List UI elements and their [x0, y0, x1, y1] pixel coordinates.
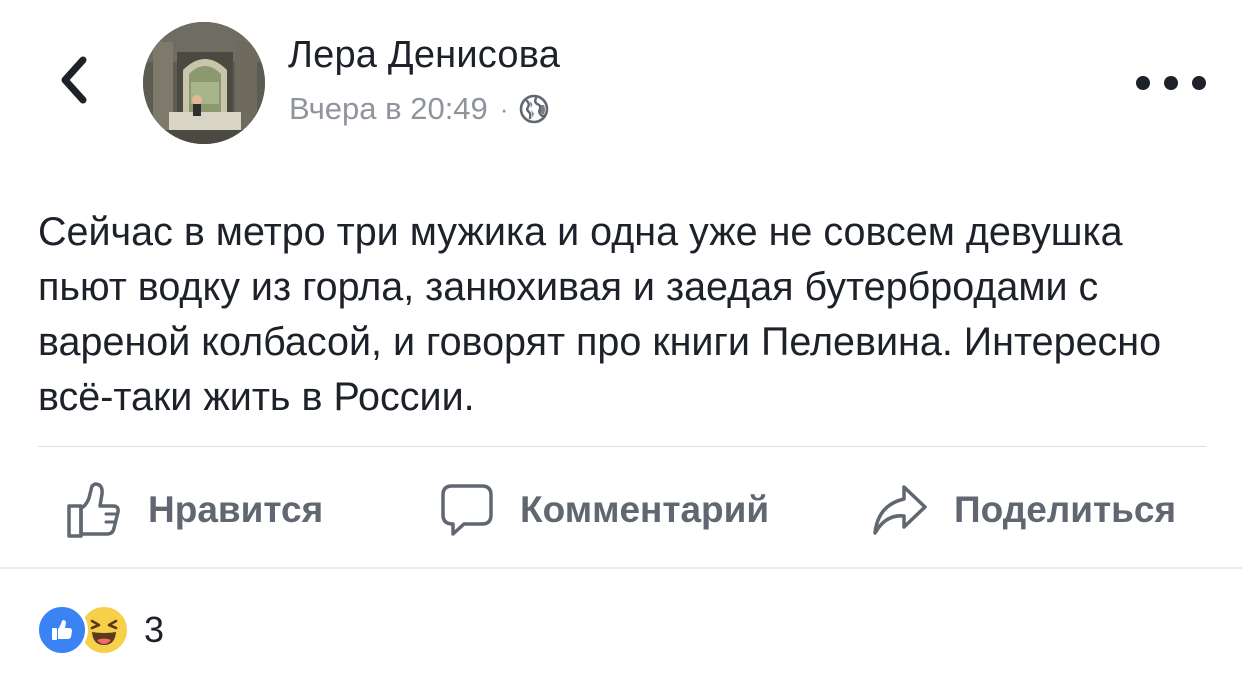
action-bar: Нравится Комментарий Поделиться — [0, 470, 1242, 550]
post-meta: Вчера в 20:49 · — [289, 89, 550, 129]
like-reaction-icon — [36, 604, 88, 656]
more-options-button[interactable] — [1136, 66, 1206, 100]
back-button[interactable] — [48, 50, 98, 110]
reactions-summary[interactable]: 3 — [36, 604, 164, 656]
share-arrow-icon — [873, 485, 927, 535]
divider — [0, 567, 1242, 569]
post-timestamp[interactable]: Вчера в 20:49 — [289, 91, 488, 127]
share-label: Поделиться — [954, 489, 1177, 530]
like-label: Нравится — [148, 489, 324, 530]
globe-icon[interactable] — [518, 93, 550, 125]
divider — [38, 446, 1206, 447]
share-button[interactable]: Поделиться — [872, 478, 1176, 542]
reaction-count: 3 — [144, 609, 165, 650]
post-body: Сейчас в метро три мужика и одна уже не … — [38, 210, 1162, 419]
meta-separator: · — [499, 93, 509, 124]
comment-bubble-icon — [441, 484, 493, 536]
post-header: Лера Денисова Вчера в 20:49 · — [0, 0, 1242, 170]
comment-label: Комментарий — [520, 489, 770, 530]
comment-button[interactable]: Комментарий — [440, 478, 769, 542]
avatar[interactable] — [143, 22, 265, 144]
more-horizontal-icon — [1136, 76, 1150, 90]
avatar-photo — [143, 22, 265, 144]
author-name[interactable]: Лера Денисова — [288, 34, 560, 77]
thumbs-up-icon — [67, 482, 120, 538]
like-button[interactable]: Нравится — [66, 478, 323, 542]
chevron-left-icon — [61, 56, 87, 104]
